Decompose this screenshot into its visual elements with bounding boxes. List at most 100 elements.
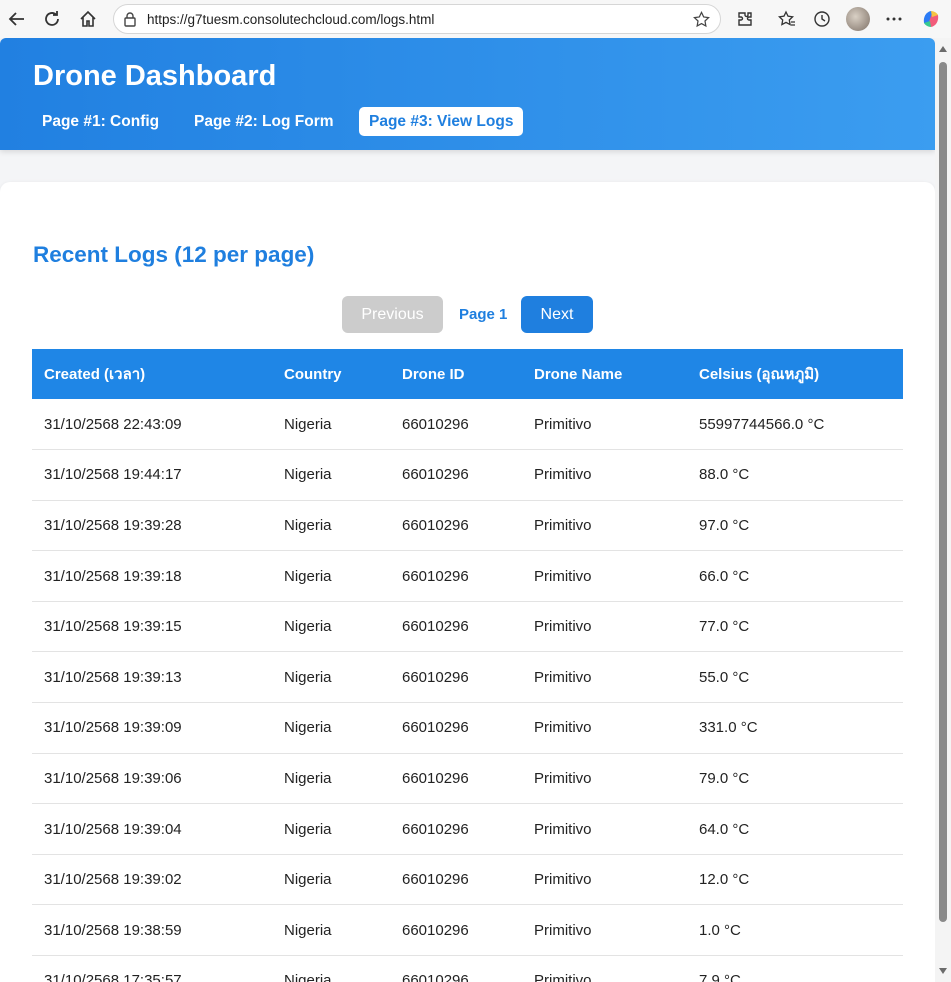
cell-drone-id: 66010296 [390, 651, 522, 704]
scroll-down-arrow-icon[interactable] [939, 968, 947, 974]
cell-drone-name: Primitivo [522, 904, 687, 957]
cell-country: Nigeria [272, 550, 390, 602]
column-header-country: Country [284, 365, 342, 383]
cell-drone-id: 66010296 [390, 449, 522, 501]
cell-country: Nigeria [272, 500, 390, 552]
table-row: 31/10/2568 19:38:59 Nigeria 66010296 Primit… [32, 904, 903, 957]
table-row: 31/10/2568 19:39:06 Nigeria 66010296 Primit… [32, 753, 903, 805]
cell-drone-name: Primitivo [522, 753, 687, 805]
table-header-row: Created (เวลา) Country Drone ID Drone Na… [32, 349, 903, 399]
cell-drone-name: Primitivo [522, 449, 687, 501]
cell-drone-name: Primitivo [522, 854, 687, 906]
nav-link-log-form[interactable]: Page #2: Log Form [184, 107, 344, 136]
cell-drone-name: Primitivo [522, 702, 687, 754]
cell-created: 31/10/2568 19:39:02 [32, 854, 272, 906]
copilot-icon[interactable] [919, 7, 943, 31]
cell-drone-name: Primitivo [522, 601, 687, 653]
cell-drone-id: 66010296 [390, 753, 522, 805]
cell-drone-id: 66010296 [390, 803, 522, 855]
column-header-celsius: Celsius (อุณหภูมิ) [699, 366, 820, 383]
cell-drone-name: Primitivo [522, 500, 687, 552]
cell-country: Nigeria [272, 449, 390, 501]
cell-drone-id: 66010296 [390, 854, 522, 906]
cell-country: Nigeria [272, 854, 390, 906]
favorite-star-icon[interactable] [693, 10, 710, 31]
cell-created: 31/10/2568 19:39:13 [32, 651, 272, 704]
table-row: 31/10/2568 19:39:18 Nigeria 66010296 Primit… [32, 550, 903, 602]
vertical-scrollbar[interactable] [935, 38, 951, 982]
page-title: Drone Dashboard [33, 60, 277, 92]
cell-drone-name: Primitivo [522, 803, 687, 855]
cell-country: Nigeria [272, 803, 390, 855]
cell-drone-id: 66010296 [390, 904, 522, 957]
cell-created: 31/10/2568 19:38:59 [32, 904, 272, 957]
cell-created: 31/10/2568 19:39:28 [32, 500, 272, 552]
cell-created: 31/10/2568 19:44:17 [32, 449, 272, 501]
cell-celsius: 88.0 °C [687, 449, 903, 501]
cell-celsius: 64.0 °C [687, 803, 903, 855]
cell-drone-id: 66010296 [390, 550, 522, 602]
cell-drone-id: 66010296 [390, 955, 522, 982]
refresh-icon[interactable] [40, 7, 64, 31]
cell-celsius: 331.0 °C [687, 702, 903, 754]
cell-country: Nigeria [272, 702, 390, 754]
cell-drone-name: Primitivo [522, 651, 687, 704]
cell-celsius: 77.0 °C [687, 601, 903, 653]
table-row: 31/10/2568 19:39:28 Nigeria 66010296 Primit… [32, 500, 903, 552]
table-row: 31/10/2568 19:39:15 Nigeria 66010296 Primit… [32, 601, 903, 653]
lock-icon [123, 11, 137, 30]
column-header-drone-name: Drone Name [534, 365, 623, 383]
back-arrow-icon[interactable] [5, 7, 29, 31]
logs-section-title: Recent Logs (12 per page) [33, 242, 315, 267]
cell-created: 31/10/2568 19:39:04 [32, 803, 272, 855]
scrollbar-thumb[interactable] [939, 62, 947, 922]
logs-table: Created (เวลา) Country Drone ID Drone Na… [32, 349, 903, 982]
cell-drone-id: 66010296 [390, 399, 522, 451]
cell-created: 31/10/2568 19:39:18 [32, 550, 272, 602]
next-page-button[interactable]: Next [521, 296, 593, 333]
cell-celsius: 1.0 °C [687, 904, 903, 957]
column-header-created: Created (เวลา) [44, 366, 146, 383]
cell-created: 31/10/2568 17:35:57 [32, 955, 272, 982]
history-icon[interactable] [810, 7, 834, 31]
cell-drone-name: Primitivo [522, 399, 687, 451]
cell-celsius: 55997744566.0 °C [687, 399, 903, 451]
nav-link-config[interactable]: Page #1: Config [32, 107, 169, 136]
cell-drone-name: Primitivo [522, 550, 687, 602]
column-header-drone-id: Drone ID [402, 365, 465, 383]
favorites-icon[interactable] [775, 7, 799, 31]
cell-created: 31/10/2568 19:39:15 [32, 601, 272, 653]
table-row: 31/10/2568 19:44:17 Nigeria 66010296 Primit… [32, 449, 903, 501]
table-row: 31/10/2568 19:39:13 Nigeria 66010296 Primit… [32, 651, 903, 704]
table-row: 31/10/2568 19:39:09 Nigeria 66010296 Primit… [32, 702, 903, 754]
cell-country: Nigeria [272, 601, 390, 653]
dashboard-header: Drone Dashboard Page #1: Config Page #2:… [0, 38, 935, 150]
page-indicator: Page 1 [459, 306, 508, 323]
cell-celsius: 79.0 °C [687, 753, 903, 805]
cell-country: Nigeria [272, 904, 390, 957]
profile-avatar[interactable] [846, 7, 870, 31]
address-bar[interactable]: https://g7tuesm.consolutechcloud.com/log… [113, 4, 721, 34]
table-row: 31/10/2568 19:39:02 Nigeria 66010296 Primit… [32, 854, 903, 906]
table-row: 31/10/2568 19:39:04 Nigeria 66010296 Primit… [32, 803, 903, 855]
more-options-icon[interactable] [882, 7, 906, 31]
table-row: 31/10/2568 22:43:09 Nigeria 66010296 Primit… [32, 399, 903, 451]
extensions-icon[interactable] [733, 7, 757, 31]
cell-country: Nigeria [272, 753, 390, 805]
cell-celsius: 7.9 °C [687, 955, 903, 982]
cell-created: 31/10/2568 19:39:09 [32, 702, 272, 754]
cell-celsius: 12.0 °C [687, 854, 903, 906]
nav-link-view-logs[interactable]: Page #3: View Logs [359, 107, 524, 136]
cell-drone-id: 66010296 [390, 500, 522, 552]
home-icon[interactable] [76, 7, 100, 31]
previous-page-button[interactable]: Previous [342, 296, 443, 333]
cell-celsius: 97.0 °C [687, 500, 903, 552]
browser-toolbar: https://g7tuesm.consolutechcloud.com/log… [0, 0, 951, 38]
cell-drone-id: 66010296 [390, 601, 522, 653]
page-viewport: Drone Dashboard Page #1: Config Page #2:… [0, 38, 935, 982]
cell-created: 31/10/2568 22:43:09 [32, 399, 272, 451]
table-row: 31/10/2568 17:35:57 Nigeria 66010296 Primit… [32, 955, 903, 982]
scroll-up-arrow-icon[interactable] [939, 46, 947, 52]
cell-celsius: 55.0 °C [687, 651, 903, 704]
cell-country: Nigeria [272, 651, 390, 704]
